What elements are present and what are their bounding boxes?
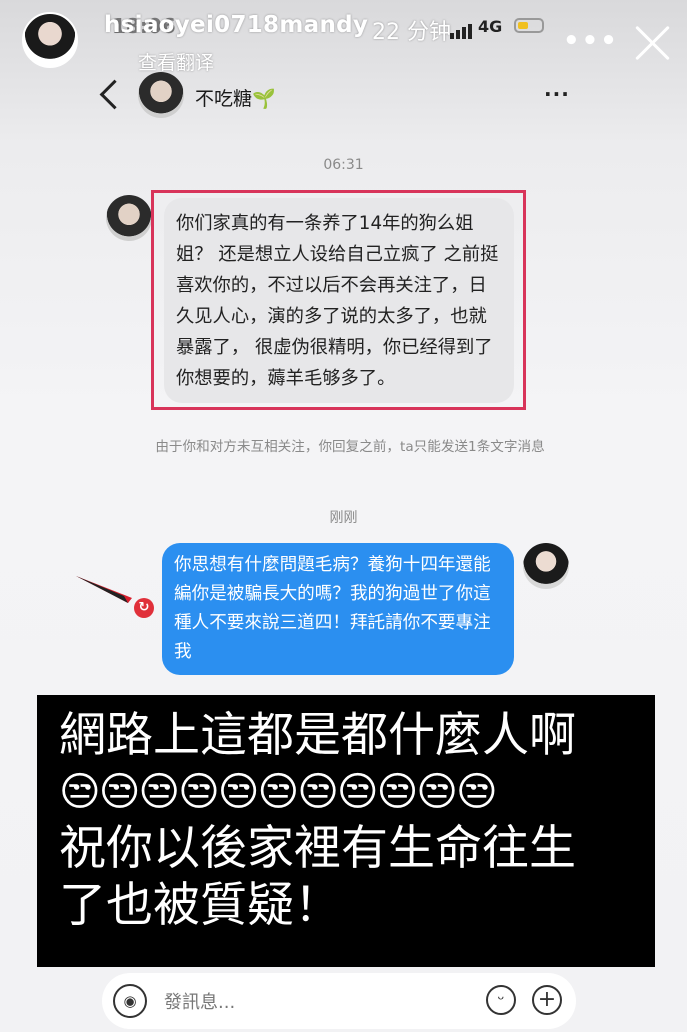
caption-line: 網路上這都是都什麼人啊	[59, 708, 576, 763]
chat-avatar[interactable]	[138, 72, 184, 118]
message-input[interactable]: 發訊息...	[164, 988, 235, 1014]
caption-emoji-row: 😒😒😒😒😒😒😒😒😒😒😒	[59, 769, 498, 815]
chat-more-button[interactable]: ···	[544, 82, 570, 106]
back-icon[interactable]	[99, 79, 130, 110]
battery-icon	[514, 18, 544, 33]
translate-link[interactable]: 查看翻译	[138, 48, 214, 75]
close-icon[interactable]	[632, 22, 674, 64]
timestamp: 06:31	[323, 157, 364, 173]
my-avatar	[523, 543, 569, 589]
story-username[interactable]: hsiaoyei0718mandy	[104, 12, 368, 38]
outgoing-message[interactable]: 你思想有什麼問題毛病？養狗十四年還能編你是被騙長大的嗎？我的狗過世了你這種人不要…	[162, 543, 514, 675]
chat-name[interactable]: 不吃糖🌱	[195, 84, 276, 111]
emoji-icon[interactable]: ᵕ	[486, 985, 516, 1015]
caption-line: 祝你以後家裡有生命往生	[59, 821, 576, 876]
signal-icon	[450, 20, 474, 39]
pointer-arrow-icon	[76, 576, 132, 603]
sender-avatar[interactable]	[106, 195, 152, 241]
voice-icon[interactable]: ◉	[113, 984, 147, 1018]
caption-line: 了也被質疑！	[59, 878, 341, 933]
story-more-button[interactable]: •••	[563, 26, 619, 56]
reply-notice: 由于你和对方未互相关注，你回复之前，ta只能发送1条文字消息	[155, 439, 545, 455]
timestamp: 刚刚	[329, 510, 358, 526]
network-label: 4G	[478, 17, 503, 36]
plus-icon[interactable]: +	[532, 985, 562, 1015]
highlight-box	[151, 190, 526, 410]
sprout-icon: 🌱	[252, 88, 276, 110]
chat-name-text: 不吃糖	[195, 88, 253, 110]
story-time-ago: 22 分钟	[372, 20, 451, 45]
caption-overlay: 網路上這都是都什麼人啊 😒😒😒😒😒😒😒😒😒😒😒 祝你以後家裡有生命往生 了也被質…	[37, 695, 655, 967]
story-avatar[interactable]	[22, 12, 78, 68]
retry-icon[interactable]: ↻	[134, 598, 154, 618]
